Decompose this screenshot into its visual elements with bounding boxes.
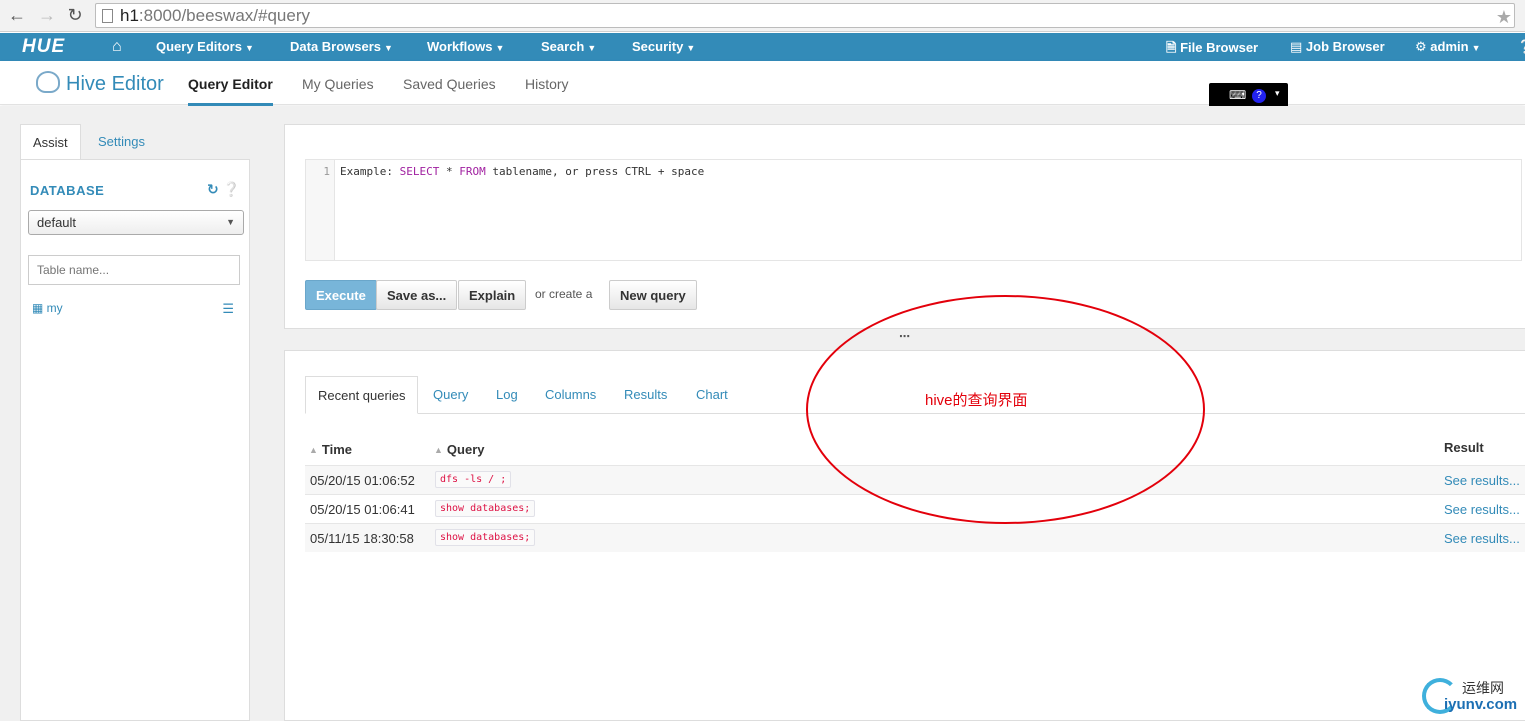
address-bar[interactable]: h1:8000/beeswax/#query ★ [95, 3, 1515, 28]
chevron-down-icon: ▼ [226, 217, 235, 227]
help-icon[interactable]: ❔ [1517, 39, 1525, 55]
see-results-link[interactable]: See results... [1444, 473, 1520, 488]
help-icon[interactable]: ? [1252, 89, 1266, 103]
chevron-down-icon: ▼ [244, 43, 254, 53]
nav-data-browsers[interactable]: Data Browsers ▼ [290, 39, 393, 54]
explain-button[interactable]: Explain [458, 280, 527, 310]
list-icon[interactable]: ☰ [222, 301, 234, 317]
table-row: 05/11/15 18:30:58 show databases; See re… [305, 523, 1525, 552]
save-as-button[interactable]: Save as... [376, 280, 458, 310]
app-title[interactable]: Hive Editor [36, 71, 164, 96]
row-time: 05/20/15 01:06:41 [310, 502, 415, 517]
page-icon [102, 9, 113, 23]
watermark-cn: 运维网 [1462, 680, 1504, 696]
nav-search[interactable]: Search ▼ [541, 39, 596, 54]
tab-my-queries[interactable]: My Queries [302, 76, 374, 92]
table-icon: ▦ [32, 301, 47, 315]
chevron-down-icon: ▼ [587, 43, 597, 53]
tab-settings[interactable]: Settings [86, 124, 157, 160]
table-name-input[interactable] [28, 255, 240, 285]
sort-icon: ▲︎ [434, 445, 443, 455]
assist-panel: DATABASE ↻ ❔ default ▼ ▦ my ☰ [20, 159, 250, 721]
column-header-time[interactable]: ▲︎ Time [309, 442, 352, 457]
nav-workflows[interactable]: Workflows ▼ [427, 39, 504, 54]
tab-saved-queries[interactable]: Saved Queries [403, 76, 496, 92]
reload-icon[interactable]: ↻ [64, 5, 86, 25]
code-placeholder: Example: SELECT * FROM tablename, or pre… [340, 165, 705, 178]
table-item-my[interactable]: ▦ my [32, 301, 63, 315]
forward-arrow-icon[interactable]: → [36, 5, 58, 25]
tab-chart[interactable]: Chart [684, 376, 740, 414]
database-title: DATABASE [30, 183, 105, 198]
list-icon: ▤ [1290, 39, 1306, 54]
sort-icon: ▲︎ [309, 445, 318, 455]
chevron-down-icon: ▼ [384, 43, 393, 53]
see-results-link[interactable]: See results... [1444, 502, 1520, 517]
row-query: show databases; [435, 500, 536, 517]
row-query: show databases; [435, 529, 536, 546]
keyboard-icon[interactable]: ⌨ [1229, 88, 1246, 102]
see-results-link[interactable]: See results... [1444, 531, 1520, 546]
tab-query[interactable]: Query [421, 376, 480, 414]
database-select[interactable]: default ▼ [28, 210, 244, 235]
tab-assist[interactable]: Assist [20, 124, 81, 160]
execute-button[interactable]: Execute [305, 280, 377, 310]
nav-file-browser[interactable]: 🗎 File Browser [1166, 39, 1258, 61]
browser-toolbar: ← → ↻ h1:8000/beeswax/#query ★ [0, 0, 1525, 32]
column-header-result: Result [1444, 440, 1484, 455]
back-arrow-icon[interactable]: ← [6, 5, 28, 25]
query-code-editor[interactable]: 1 Example: SELECT * FROM tablename, or p… [305, 159, 1522, 261]
tab-columns[interactable]: Columns [533, 376, 608, 414]
hive-bee-icon [36, 71, 60, 93]
nav-job-browser[interactable]: ▤ Job Browser [1290, 39, 1385, 55]
tab-results[interactable]: Results [612, 376, 679, 414]
refresh-icon[interactable]: ↻ ❔ [207, 181, 240, 198]
chevron-down-icon: ▼ [686, 43, 696, 53]
line-number: 1 [306, 160, 335, 260]
input-method-widget[interactable]: ⌨ ? ▾ [1209, 83, 1288, 108]
editor-panel: 1 Example: SELECT * FROM tablename, or p… [284, 124, 1525, 329]
or-create-label: or create a [535, 287, 593, 301]
annotation-text: hive的查询界面 [925, 392, 1028, 409]
hue-navbar: HUE ⌂ Query Editors ▼ Data Browsers ▼ Work… [0, 33, 1525, 61]
nav-user-menu[interactable]: ⚙ admin ▼ [1415, 39, 1481, 55]
chevron-down-icon: ▼ [1471, 43, 1481, 53]
nav-security[interactable]: Security ▼ [632, 39, 695, 54]
row-time: 05/20/15 01:06:52 [310, 473, 415, 488]
chevron-down-icon: ▼ [495, 43, 505, 53]
chevron-down-icon[interactable]: ▾ [1275, 88, 1280, 99]
home-icon[interactable]: ⌂ [112, 38, 122, 56]
tab-history[interactable]: History [525, 76, 569, 92]
tab-query-editor[interactable]: Query Editor [188, 76, 273, 106]
app-subnav: Hive Editor Query Editor My Queries Save… [0, 61, 1525, 106]
new-query-button[interactable]: New query [609, 280, 697, 310]
help-icon[interactable]: ❔ [223, 181, 240, 197]
row-time: 05/11/15 18:30:58 [310, 531, 414, 546]
row-query: dfs -ls / ; [435, 471, 512, 488]
url-text: h1:8000/beeswax/#query [120, 6, 310, 25]
hue-logo[interactable]: HUE [22, 36, 65, 58]
bookmark-star-icon[interactable]: ★ [1496, 7, 1512, 28]
tab-log[interactable]: Log [484, 376, 530, 414]
nav-query-editors[interactable]: Query Editors ▼ [156, 39, 254, 54]
tab-recent-queries[interactable]: Recent queries [305, 376, 419, 414]
column-header-query[interactable]: ▲︎ Query [434, 442, 485, 457]
watermark-logo: 运维网 iyunv.com [1422, 676, 1522, 716]
file-icon: 🗎 [1166, 40, 1181, 55]
watermark-en: iyunv.com [1444, 696, 1518, 713]
cogs-icon: ⚙ [1415, 39, 1431, 54]
